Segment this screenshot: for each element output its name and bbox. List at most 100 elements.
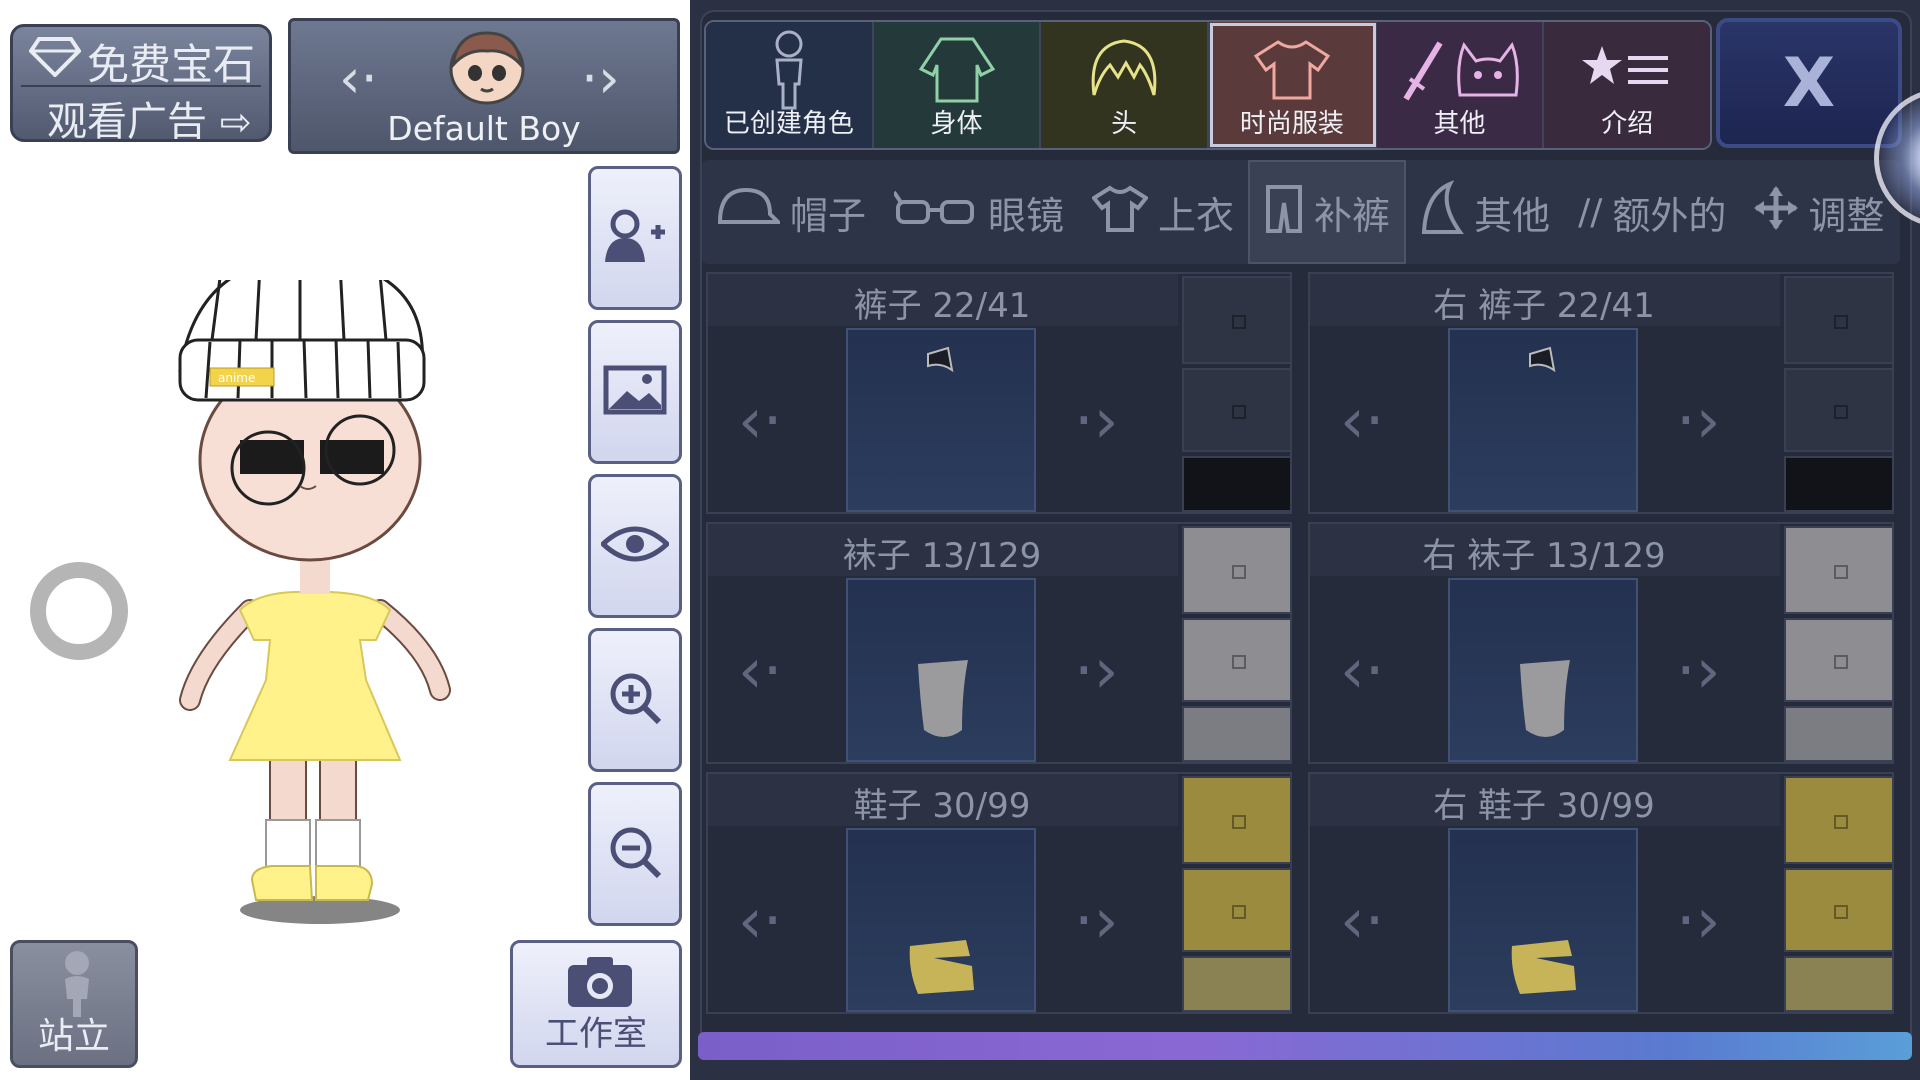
color-swatch[interactable] [1784,618,1894,702]
color-swatch[interactable] [1784,526,1894,614]
color-swatch[interactable] [1182,526,1292,614]
prev-item-icon[interactable]: ‹· [738,884,783,957]
free-gems-label: 免费宝石 [87,40,256,89]
color-swatch[interactable] [1182,776,1292,864]
free-gems-button[interactable]: 免费宝石 观看广告 ⇨ [10,24,272,145]
pants-icon [1264,183,1304,242]
slot-title: 右 裤子 22/41 [1433,286,1655,326]
character-face-icon [447,29,527,105]
customize-panel: 已创建角色 身体 头 时尚服装 其他 介绍 X 帽子 眼镜 上衣 补裤 其他 /… [690,0,1920,1080]
item-preview[interactable] [1448,578,1638,762]
shirt-icon [1091,184,1149,241]
color-swatch[interactable] [1784,276,1894,364]
color-swatch[interactable] [1182,456,1292,512]
visibility-button[interactable] [588,474,682,618]
studio-button[interactable]: 工作室 [510,940,682,1068]
add-character-button[interactable] [588,166,682,310]
tab-label: 头 [1111,109,1138,139]
tab-head[interactable]: 头 [1041,22,1210,148]
item-preview[interactable] [1448,328,1638,512]
sword-cat-icon [1377,32,1543,108]
tab-other[interactable]: 其他 [1376,22,1545,148]
tab-body[interactable]: 身体 [873,22,1042,148]
next-character-icon[interactable]: ·› [581,47,620,110]
color-swatch[interactable] [1182,706,1292,762]
color-swatch[interactable] [1784,368,1894,452]
color-swatch[interactable] [1182,618,1292,702]
slot-shoes-right: 右 鞋子 30/99 ‹· ·› [1308,772,1894,1014]
subtab-glasses[interactable]: 眼镜 [880,160,1078,264]
subtab-other[interactable]: 其他 [1406,160,1564,264]
color-swatch[interactable] [1784,868,1894,952]
color-swatch[interactable] [1784,776,1894,864]
next-item-icon[interactable]: ·› [1074,884,1119,957]
next-item-icon[interactable]: ·› [1074,634,1119,707]
image-icon [603,365,667,419]
subtab-adjust[interactable]: 调整 [1740,160,1898,264]
background-button[interactable] [588,320,682,464]
stand-pose-button[interactable]: 站立 [10,940,138,1068]
tab-created-characters[interactable]: 已创建角色 [706,22,874,148]
color-swatch[interactable] [1182,868,1292,952]
glasses-icon [892,188,978,237]
tab-label: 其他 [1433,109,1486,139]
color-swatch[interactable] [1182,276,1292,364]
color-swatch[interactable] [1182,956,1292,1012]
subtab-label: 额外的 [1612,193,1727,238]
item-preview[interactable] [846,578,1036,762]
slot-shoes-left: 鞋子 30/99 ‹· ·› [706,772,1292,1014]
subtab-label: 上衣 [1158,193,1235,238]
color-swatch[interactable] [1784,706,1894,762]
tab-fashion[interactable]: 时尚服装 [1209,22,1377,148]
zoom-out-button[interactable] [588,782,682,926]
free-gems-row: 免费宝石 [28,31,256,92]
tab-label: 已创建角色 [723,109,854,139]
item-preview[interactable] [846,828,1036,1012]
prev-item-icon[interactable]: ‹· [1340,384,1385,457]
zoom-out-icon [607,824,663,884]
color-swatch[interactable] [1182,368,1292,452]
prev-character-icon[interactable]: ‹· [339,47,378,110]
prev-item-icon[interactable]: ‹· [1340,884,1385,957]
color-swatch[interactable] [1784,456,1894,512]
next-item-icon[interactable]: ·› [1074,384,1119,457]
subtab-pants[interactable]: 补裤 [1248,160,1407,264]
prev-item-icon[interactable]: ‹· [738,384,783,457]
slot-socks-right: 右 袜子 13/129 ‹· ·› [1308,522,1894,764]
item-preview[interactable] [1448,828,1638,1012]
slot-title: 右 袜子 13/129 [1422,536,1666,576]
main-tabs: 已创建角色 身体 头 时尚服装 其他 介绍 [704,20,1712,150]
shirt-outline-icon [874,32,1040,108]
divider [21,85,261,87]
left-area: 免费宝石 观看广告 ⇨ ‹· ·› Default Boy anime 站立 工… [0,0,690,1080]
prev-item-icon[interactable]: ‹· [1340,634,1385,707]
next-item-icon[interactable]: ·› [1676,634,1721,707]
slot-title: 鞋子 30/99 [853,786,1031,826]
character-name: Default Boy [387,109,581,148]
close-button[interactable]: X [1716,18,1902,148]
arrow-right-icon: ⇨ [219,100,252,144]
subtab-hat[interactable]: 帽子 [702,160,880,264]
slot-pants-left: 裤子 22/41 ‹· ·› [706,272,1292,514]
item-preview[interactable] [846,328,1036,512]
subtab-extra[interactable]: // 额外的 [1564,160,1740,264]
subtab-label: 其他 [1474,193,1551,238]
character-figure[interactable]: anime [160,257,460,940]
color-swatch[interactable] [1784,956,1894,1012]
stand-label: 站立 [37,1016,110,1057]
character-selector: ‹· ·› Default Boy [288,18,680,154]
tshirt-icon [1209,32,1375,108]
add-user-icon [603,208,667,268]
subtab-top[interactable]: 上衣 [1078,160,1248,264]
tab-intro[interactable]: 介绍 [1544,22,1710,148]
prev-item-icon[interactable]: ‹· [738,634,783,707]
zoom-in-button[interactable] [588,628,682,772]
loading-ring-icon [30,562,128,660]
subtab-label: 眼镜 [988,193,1065,238]
gem-icon [28,36,82,87]
slot-title: 裤子 22/41 [853,286,1031,326]
tab-label: 时尚服装 [1239,109,1344,139]
next-item-icon[interactable]: ·› [1676,884,1721,957]
next-item-icon[interactable]: ·› [1676,384,1721,457]
hair-icon [1041,32,1207,108]
